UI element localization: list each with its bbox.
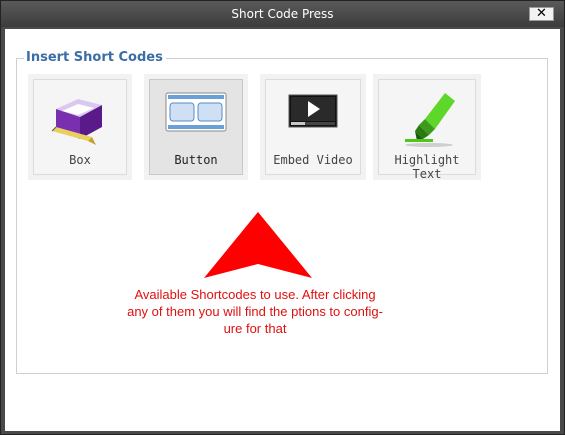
annotation-arrow-icon [204, 212, 312, 278]
video-icon [285, 89, 341, 137]
tile-box[interactable]: Box [28, 74, 132, 180]
window-title: Short Code Press [231, 7, 334, 21]
tile-button-label: Button [174, 153, 218, 167]
annotation-text: Available Shortcodes to use. After click… [105, 286, 405, 337]
button-icon [164, 89, 228, 137]
tile-embed-video[interactable]: Embed Video [260, 74, 366, 180]
annotation-line-1: Available Shortcodes to use. After click… [134, 287, 376, 302]
highlighter-icon [395, 89, 459, 153]
dialog-content: Insert Short Codes Box Button Embed Vide… [5, 29, 560, 431]
tile-highlight-text[interactable]: Highlight Text [373, 74, 481, 181]
tile-embed-video-label: Embed Video [273, 153, 353, 167]
section-legend: Insert Short Codes [24, 50, 166, 65]
dialog-window: Short Code Press ✕ Insert Short Codes Bo… [0, 0, 565, 435]
close-icon: ✕ [536, 6, 547, 21]
tile-button[interactable]: Button [144, 74, 248, 180]
annotation-line-3: ure for that [223, 321, 287, 336]
title-bar[interactable]: Short Code Press ✕ [1, 1, 564, 27]
annotation-line-2: any of them you will find the ptions to … [127, 304, 383, 319]
close-button[interactable]: ✕ [529, 7, 554, 21]
tile-box-label: Box [69, 153, 91, 167]
tile-highlight-text-label: Highlight Text [394, 153, 460, 181]
box-icon [48, 89, 112, 151]
